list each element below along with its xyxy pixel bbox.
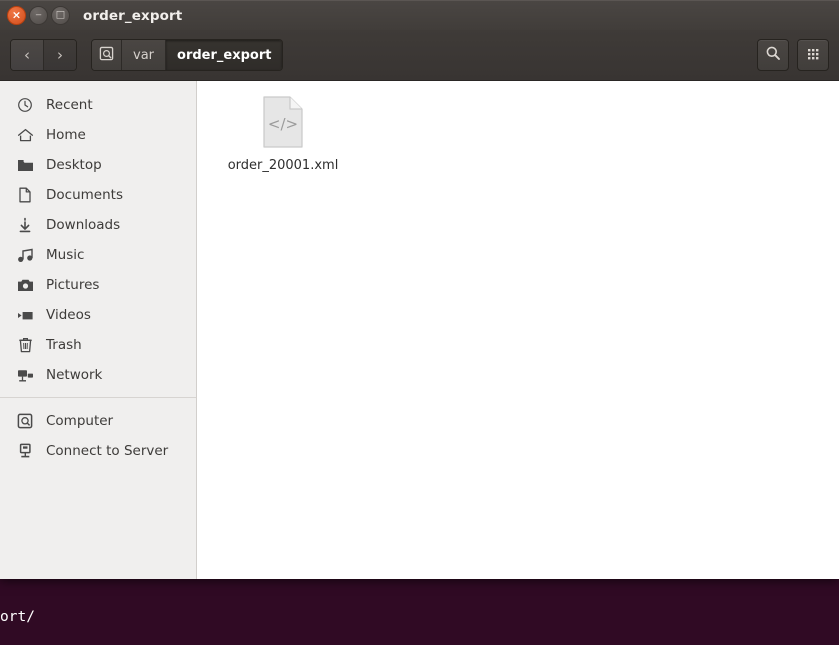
network-icon [16, 368, 34, 383]
grid-dots-icon [806, 46, 820, 65]
music-note-icon [16, 248, 34, 263]
sidebar-item-videos[interactable]: Videos [0, 300, 196, 330]
sidebar: Recent Home Desktop Documents Downloads … [0, 81, 197, 579]
terminal-path-fragment: ort/ [0, 609, 35, 625]
toolbar: ‹ › var order_export [0, 30, 839, 81]
sidebar-item-music[interactable]: Music [0, 240, 196, 270]
svg-text:</>: </> [268, 115, 298, 133]
sidebar-item-recent[interactable]: Recent [0, 90, 196, 120]
minimize-button[interactable]: ‒ [29, 6, 48, 25]
sidebar-item-pictures[interactable]: Pictures [0, 270, 196, 300]
breadcrumb-item-var[interactable]: var [121, 40, 166, 70]
sidebar-item-label: Documents [46, 187, 123, 203]
sidebar-item-trash[interactable]: Trash [0, 330, 196, 360]
search-icon [765, 45, 781, 65]
sidebar-item-label: Music [46, 247, 85, 263]
server-icon [16, 443, 34, 459]
maximize-button[interactable]: □ [51, 6, 70, 25]
camera-icon [16, 278, 34, 292]
window-controls: × ‒ □ [7, 6, 70, 25]
breadcrumb: var order_export [91, 39, 284, 71]
download-icon [16, 217, 34, 233]
terminal-line: ort/ [0, 608, 751, 627]
navigation-buttons: ‹ › [10, 39, 77, 71]
search-button[interactable] [757, 39, 789, 71]
clock-icon [16, 97, 34, 113]
computer-icon [99, 46, 114, 65]
terminal-output: ort/ www/shopware/bin$ php console hpr:o… [0, 570, 751, 645]
window-titlebar[interactable]: × ‒ □ order_export [0, 0, 839, 30]
chevron-left-icon: ‹ [24, 46, 30, 64]
sidebar-item-label: Pictures [46, 277, 100, 293]
breadcrumb-item-order-export[interactable]: order_export [165, 40, 283, 70]
document-icon [16, 187, 34, 203]
xml-file-icon: </> [259, 93, 307, 151]
video-icon [16, 309, 34, 322]
sidebar-item-label: Desktop [46, 157, 102, 173]
back-button[interactable]: ‹ [11, 40, 43, 70]
file-manager-window[interactable]: × ‒ □ order_export ‹ › var order_export … [0, 0, 839, 579]
view-options-button[interactable] [797, 39, 829, 71]
sidebar-item-label: Downloads [46, 217, 121, 233]
toolbar-right-actions [757, 39, 829, 71]
sidebar-item-label: Connect to Server [46, 443, 169, 459]
sidebar-item-label: Home [46, 127, 86, 143]
sidebar-item-label: Network [46, 367, 103, 383]
maximize-icon: □ [55, 9, 66, 20]
trash-icon [16, 337, 34, 353]
home-icon [16, 127, 34, 143]
file-name-label: order_20001.xml [227, 158, 339, 173]
close-button[interactable]: × [7, 6, 26, 25]
computer-icon [16, 413, 34, 429]
close-icon: × [11, 8, 22, 22]
sidebar-item-documents[interactable]: Documents [0, 180, 196, 210]
sidebar-divider [0, 397, 196, 398]
window-title: order_export [83, 7, 183, 24]
sidebar-item-label: Computer [46, 413, 114, 429]
sidebar-item-connect-to-server[interactable]: Connect to Server [0, 436, 196, 466]
sidebar-item-downloads[interactable]: Downloads [0, 210, 196, 240]
sidebar-item-computer[interactable]: Computer [0, 406, 196, 436]
sidebar-item-label: Trash [46, 337, 82, 353]
file-list-area[interactable]: </> order_20001.xml [197, 81, 839, 579]
sidebar-item-network[interactable]: Network [0, 360, 196, 390]
sidebar-item-label: Recent [46, 97, 93, 113]
window-body: Recent Home Desktop Documents Downloads … [0, 81, 839, 579]
folder-icon [16, 158, 34, 173]
sidebar-item-label: Videos [46, 307, 91, 323]
breadcrumb-item-computer[interactable] [92, 40, 121, 70]
forward-button[interactable]: › [43, 40, 76, 70]
chevron-right-icon: › [57, 46, 63, 64]
sidebar-item-desktop[interactable]: Desktop [0, 150, 196, 180]
minimize-icon: ‒ [35, 9, 42, 20]
file-item[interactable]: </> order_20001.xml [225, 93, 341, 173]
sidebar-item-home[interactable]: Home [0, 120, 196, 150]
